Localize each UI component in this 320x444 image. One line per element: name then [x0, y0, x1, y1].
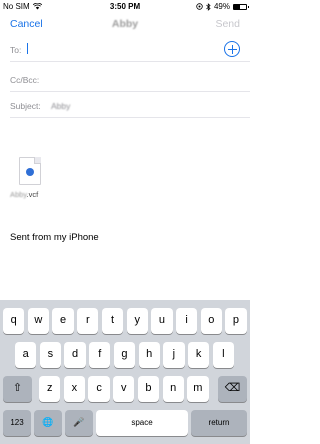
- add-contact-icon[interactable]: [224, 41, 240, 57]
- key-h[interactable]: h: [138, 342, 160, 368]
- text-caret: [27, 43, 28, 54]
- key-u[interactable]: u: [151, 308, 173, 334]
- status-bar: No SIM 3:50 PM 49%: [0, 0, 250, 13]
- key-z[interactable]: z: [39, 376, 61, 402]
- space-key[interactable]: space: [96, 410, 188, 436]
- attachment-name: Abby.vcf: [10, 190, 38, 199]
- key-g[interactable]: g: [113, 342, 136, 368]
- subject-value: Abby: [51, 101, 71, 111]
- key-e[interactable]: e: [52, 308, 74, 334]
- subject-field[interactable]: Subject: Abby: [10, 93, 250, 118]
- microphone-key[interactable]: 🎤: [65, 410, 93, 436]
- location-icon: [196, 3, 203, 10]
- key-t[interactable]: t: [101, 308, 124, 334]
- shift-icon: ⇧: [12, 382, 23, 394]
- compose-title: Abby: [111, 18, 139, 30]
- key-f[interactable]: f: [89, 342, 111, 368]
- key-d[interactable]: d: [64, 342, 86, 368]
- key-b[interactable]: b: [137, 376, 160, 402]
- key-r[interactable]: r: [77, 308, 99, 334]
- send-button[interactable]: Send: [215, 18, 240, 30]
- to-label: To:: [10, 45, 22, 55]
- key-j[interactable]: j: [163, 342, 185, 368]
- globe-icon: 🌐: [42, 417, 54, 427]
- key-l[interactable]: l: [212, 342, 234, 368]
- vcf-file-icon[interactable]: [19, 157, 41, 185]
- return-key[interactable]: return: [191, 410, 247, 436]
- compose-nav-bar: Cancel Abby Send: [0, 13, 250, 37]
- microphone-icon: 🎤: [73, 417, 85, 427]
- cc-bcc-label: Cc/Bcc:: [10, 75, 40, 85]
- key-i[interactable]: i: [175, 308, 198, 334]
- key-m[interactable]: m: [187, 376, 209, 402]
- cc-bcc-field[interactable]: Cc/Bcc:: [10, 67, 250, 92]
- contact-badge-icon: [26, 168, 34, 176]
- globe-key[interactable]: 🌐: [34, 410, 62, 436]
- key-q[interactable]: q: [3, 308, 25, 334]
- subject-label: Subject:: [10, 101, 41, 111]
- email-signature[interactable]: Sent from my iPhone: [10, 232, 99, 243]
- bluetooth-icon: [206, 2, 211, 11]
- delete-icon: ⌫: [224, 382, 241, 394]
- key-o[interactable]: o: [200, 308, 222, 334]
- attachment-name-blurred: Abby: [10, 190, 27, 199]
- key-v[interactable]: v: [113, 376, 135, 402]
- key-c[interactable]: c: [88, 376, 110, 402]
- delete-key[interactable]: ⌫: [218, 376, 247, 402]
- key-w[interactable]: w: [27, 308, 50, 334]
- battery-percent: 49%: [213, 2, 230, 11]
- attachment-extension: .vcf: [26, 190, 39, 199]
- battery-fill: [234, 4, 240, 9]
- keyboard: qwertyuiop asdfghjkl ⇧ ⌫ zxcvbnm 123 🌐 🎤…: [0, 300, 250, 444]
- key-x[interactable]: x: [63, 376, 86, 402]
- to-field[interactable]: To:: [10, 37, 250, 62]
- key-p[interactable]: p: [225, 308, 247, 334]
- shift-key[interactable]: ⇧: [3, 376, 32, 402]
- key-k[interactable]: k: [187, 342, 210, 368]
- battery-icon: [233, 3, 249, 10]
- key-y[interactable]: y: [126, 308, 148, 334]
- key-s[interactable]: s: [39, 342, 62, 368]
- numbers-key[interactable]: 123: [3, 410, 31, 436]
- key-a[interactable]: a: [15, 342, 37, 368]
- key-n[interactable]: n: [162, 376, 184, 402]
